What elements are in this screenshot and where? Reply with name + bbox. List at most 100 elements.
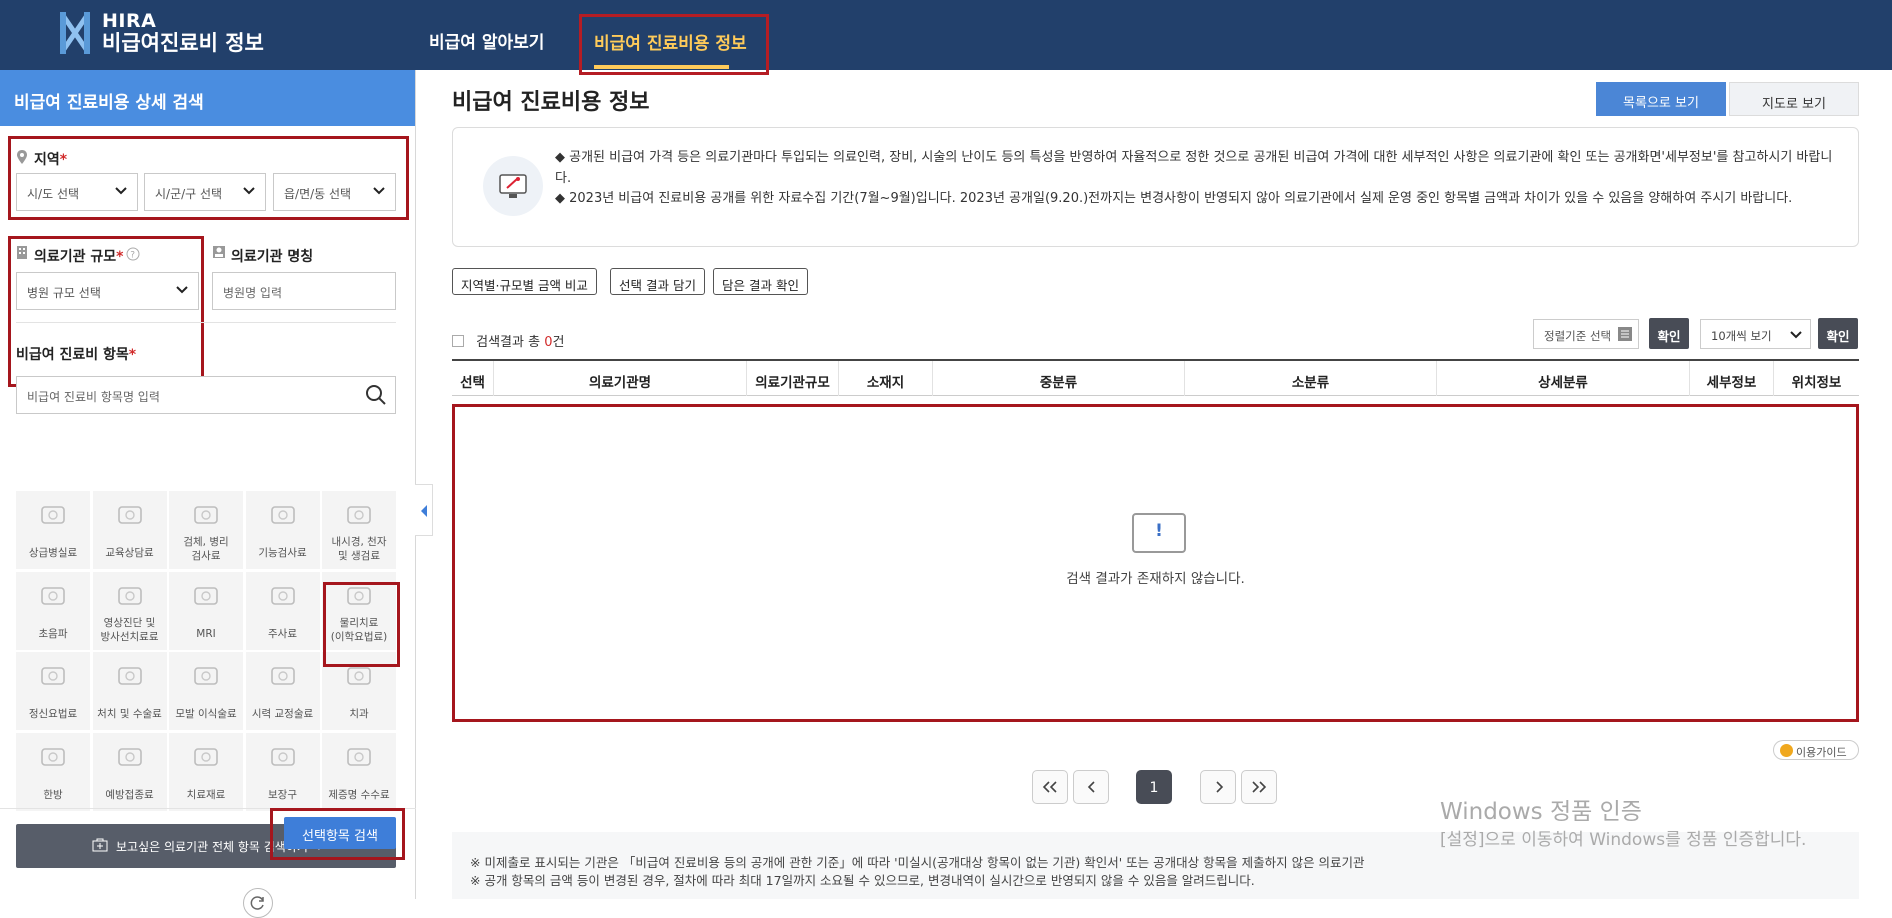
map-view-button[interactable]: 지도로 보기 [1729,82,1859,116]
reset-button[interactable] [243,888,273,918]
province-select[interactable]: 시/도 선택 [16,173,138,211]
windows-activation-text: [설정]으로 이동하여 Windows를 정품 인증합니다. [1440,830,1807,850]
view-saved-button[interactable]: 담은 결과 확인 [713,268,808,295]
empty-message: 검색 결과가 존재하지 않습니다. [1066,571,1245,587]
last-page-button[interactable] [1241,770,1277,804]
result-table-header: 선택 의료기관명 의료기관규모 소재지 중분류 소분류 상세분류 세부정보 위치… [452,359,1859,396]
next-page-button[interactable] [1200,770,1236,804]
notice-icon [483,156,543,216]
empty-results-area: ! 검색 결과가 존재하지 않습니다. [452,404,1859,722]
hospital-name-input[interactable]: 병원명 입력 [212,272,396,310]
item-tile-specimen-pathology[interactable]: 검체, 병리 검사료 [169,491,243,569]
chevron-left-icon [421,505,427,517]
eye-icon [270,667,295,685]
save-selected-button[interactable]: 선택 결과 담기 [610,268,705,295]
wheelchair-icon [270,747,295,766]
sort-confirm-button[interactable]: 확인 [1649,318,1689,349]
item-tile-psychotherapy[interactable]: 정신요법료 [16,652,90,730]
col-sub-category[interactable]: 소분류 [1185,361,1437,396]
col-hospital-name[interactable]: 의료기관명 [494,361,747,396]
result-count: 검색결과 총 0건 [452,331,564,350]
item-tile-label: 보장구 [268,788,297,801]
item-tile-imaging-radiation[interactable]: 영상진단 및 방사선치료료 [92,571,167,650]
nav-active-underline [594,65,729,69]
item-tile-treatment-materials[interactable]: 치료재료 [169,732,243,811]
item-tile-vision-correction[interactable]: 시력 교정술료 [245,652,320,730]
item-tile-injection[interactable]: 주사료 [245,571,320,650]
per-page-select[interactable]: 10개씩 보기 [1700,319,1811,349]
item-tile-label: 상급병실료 [28,547,78,559]
item-tile-function-test[interactable]: 기능검사료 [245,491,320,569]
item-tile-endoscopy[interactable]: 내시경, 천자 및 생검료 [322,491,396,569]
divider [16,322,396,323]
item-tile-label: 처치 및 수술료 [97,708,162,720]
item-tile-counseling[interactable]: 교육상담료 [92,491,167,569]
item-tile-label: 정신요법료 [28,708,78,720]
required-mark: * [128,347,137,363]
sort-select[interactable]: 정렬기준 선택 [1533,319,1639,349]
item-tile-label: 영상진단 및 방사선치료료 [100,616,159,643]
brand-en: HIRA [102,10,157,32]
prev-page-button[interactable] [1073,770,1109,804]
search-selected-button[interactable]: 선택항목 검색 [284,817,396,849]
item-search-input[interactable]: 비급여 진료비 항목명 입력 [16,376,396,414]
item-tile-certificate-fee[interactable]: 제증명 수수료 [322,732,396,811]
col-location[interactable]: 소재지 [839,361,933,396]
item-tile-mri[interactable]: MRI [169,571,243,650]
checkbox-icon[interactable] [452,335,464,347]
item-tile-vaccination[interactable]: 예방접종료 [92,732,167,811]
hospital-icon [92,838,108,852]
wave-icon [41,586,65,605]
item-tile-label: 시력 교정술료 [251,708,314,720]
sidebar-collapse-button[interactable] [415,484,433,536]
notice-box: ◆ 공개된 비급여 가격 등은 의료기관마다 투입되는 의료인력, 장비, 시술… [452,127,1859,247]
nav-noncovered-guide[interactable]: 비급여 알아보기 [429,28,544,53]
col-detail-info: 세부정보 [1690,361,1774,396]
usage-guide-button[interactable]: 이용가이드 [1773,740,1859,760]
items-label: 비급여 진료비 항목* [16,347,137,363]
search-sidebar: 비급여 진료비용 상세 검색 지역* 시/도 선택 시/군/구 선택 읍/면/동… [0,70,416,918]
col-detail-category[interactable]: 상세분류 [1437,361,1690,396]
item-tile-procedure-surgery[interactable]: 처치 및 수술료 [92,652,167,730]
syringe-icon [270,586,295,605]
top-navigation-bar: HIRA 비급여진료비 정보 비급여 알아보기 비급여 진료비용 정보 [0,0,1892,75]
building-icon [17,246,27,259]
item-tile-label: 내시경, 천자 및 생검료 [331,536,387,562]
item-tile-ultrasound[interactable]: 초음파 [16,571,90,650]
site-logo[interactable]: HIRA 비급여진료비 정보 [102,10,264,54]
compare-region-scale-button[interactable]: 지역별·규모별 금액 비교 [452,268,597,295]
item-tile-oriental-medicine[interactable]: 한방 [16,732,90,811]
chevron-down-icon [373,187,385,195]
item-tile-label: MRI [196,627,216,640]
refresh-icon [250,896,264,910]
chat-icon [117,506,142,524]
page-1-button[interactable]: 1 [1136,770,1172,804]
col-middle-category[interactable]: 중분류 [933,361,1185,396]
nav-active-label: 비급여 진료비용 정보 [594,34,747,54]
col-hospital-scale[interactable]: 의료기관규모 [747,361,839,396]
hospital-scale-select[interactable]: 병원 규모 선택 [16,272,199,310]
chevron-right-icon [1216,781,1224,793]
town-select[interactable]: 읍/면/동 선택 [273,173,396,211]
nav-noncovered-cost-info[interactable]: 비급여 진료비용 정보 [579,14,769,75]
item-tile-private-room[interactable]: 상급병실료 [16,491,90,569]
city-select[interactable]: 시/군/구 선택 [144,173,266,211]
chevron-down-icon [115,187,127,195]
notice-text-1: ◆ 공개된 비급여 가격 등은 의료기관마다 투입되는 의료인력, 장비, 시술… [555,150,1833,186]
item-tile-assistive-device[interactable]: 보장구 [245,732,320,811]
scalpel-icon [117,667,142,685]
first-page-button[interactable] [1032,770,1068,804]
per-page-confirm-button[interactable]: 확인 [1818,318,1858,349]
search-icon[interactable] [365,384,387,406]
info-icon [1780,744,1793,757]
material-icon [194,747,218,766]
chevron-down-icon [1790,331,1802,339]
list-view-button[interactable]: 목록으로 보기 [1596,82,1726,116]
hospital-name-label: 의료기관 명칭 [231,249,314,265]
item-tile-label: 한방 [43,788,63,801]
help-icon[interactable]: ? [126,247,140,261]
flask-icon [194,506,218,524]
item-tile-hair-transplant[interactable]: 모발 이식술료 [169,652,243,730]
required-mark: * [59,152,68,168]
item-tile-label: 교육상담료 [105,547,154,559]
